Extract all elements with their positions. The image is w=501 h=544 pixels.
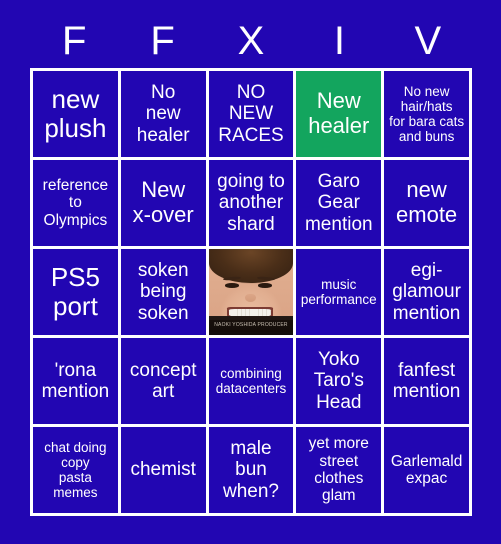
bingo-cell[interactable]: PS5 port [33, 249, 118, 335]
bingo-cell-label: New healer [308, 88, 370, 138]
bingo-cell-label: PS5 port [50, 261, 100, 321]
header-letter-3: I [333, 19, 345, 63]
bingo-cell[interactable]: male bun when? [208, 427, 294, 513]
bingo-cell[interactable]: music performance [296, 249, 382, 335]
bingo-cell-label: male bun when? [222, 438, 279, 502]
bingo-cell[interactable]: No new hair/hats for bara cats and buns [384, 71, 469, 157]
bingo-cell-label: soken being soken [137, 260, 189, 324]
bingo-cell-free-space[interactable]: NAOKI YOSHIDA PRODUCER [208, 249, 294, 335]
bingo-cell-label: New x-over [132, 177, 194, 227]
bingo-cell-label: NO NEW RACES [218, 82, 284, 146]
bingo-grid: new plush No new healer NO NEW RACES New he… [33, 71, 469, 513]
free-space-photo: NAOKI YOSHIDA PRODUCER [208, 249, 294, 335]
bingo-cell[interactable]: Yoko Taro's Head [296, 338, 382, 424]
bingo-grid-container: new plush No new healer NO NEW RACES New he… [30, 68, 472, 516]
free-space-photo-caption-text: NAOKI YOSHIDA PRODUCER [214, 321, 288, 329]
bingo-card: F F X I V new plush No new healer NO NEW R… [0, 0, 501, 544]
bingo-header: F F X I V [30, 14, 472, 68]
bingo-cell-label: 'rona mention [41, 359, 110, 402]
bingo-cell[interactable]: No new healer [120, 71, 206, 157]
bingo-cell-label: Garlemald expac [390, 452, 463, 487]
bingo-cell-label: concept art [129, 359, 197, 402]
bingo-cell-label: fanfest mention [392, 359, 461, 402]
bingo-cell-label: music performance [300, 276, 377, 307]
bingo-cell[interactable]: 'rona mention [33, 338, 118, 424]
bingo-cell[interactable]: new plush [33, 71, 118, 157]
bingo-cell[interactable]: reference to Olympics [33, 160, 118, 246]
bingo-cell[interactable]: going to another shard [208, 160, 294, 246]
bingo-cell[interactable]: egi- glamour mention [384, 249, 469, 335]
bingo-cell[interactable]: New x-over [120, 160, 206, 246]
bingo-cell-label: going to another shard [217, 171, 285, 235]
bingo-cell-label: reference to Olympics [42, 176, 109, 229]
bingo-cell-label: new plush [44, 83, 107, 143]
header-letter-4: V [414, 19, 442, 63]
bingo-cell[interactable]: chemist [120, 427, 206, 513]
header-letter-0: F [61, 19, 87, 63]
bingo-cell[interactable]: concept art [120, 338, 206, 424]
bingo-cell-label: Garo Gear mention [304, 171, 373, 235]
free-space-photo-caption: NAOKI YOSHIDA PRODUCER [208, 320, 294, 332]
bingo-cell[interactable]: combining datacenters [208, 338, 294, 424]
bingo-cell[interactable]: fanfest mention [384, 338, 469, 424]
bingo-cell[interactable]: Garo Gear mention [296, 160, 382, 246]
bingo-cell[interactable]: new emote [384, 160, 469, 246]
bingo-cell-label: egi- glamour mention [392, 260, 461, 324]
bingo-cell[interactable]: Garlemald expac [384, 427, 469, 513]
bingo-cell-label: new emote [396, 177, 458, 227]
bingo-cell-label: Yoko Taro's Head [313, 349, 364, 413]
bingo-cell[interactable]: chat doing copy pasta memes [33, 427, 118, 513]
bingo-cell-label: No new healer [136, 82, 190, 146]
bingo-cell-label: combining datacenters [215, 365, 287, 396]
bingo-cell[interactable]: NO NEW RACES [208, 71, 294, 157]
bingo-cell-label: chemist [130, 459, 196, 481]
bingo-cell-label: No new hair/hats for bara cats and buns [389, 83, 465, 145]
bingo-cell[interactable]: soken being soken [120, 249, 206, 335]
bingo-cell-label: yet more street clothes glam [308, 435, 369, 505]
bingo-cell[interactable]: yet more street clothes glam [296, 427, 382, 513]
bingo-cell-label: chat doing copy pasta memes [44, 439, 107, 501]
header-letter-2: X [237, 19, 265, 63]
bingo-cell-marked[interactable]: New healer [296, 71, 382, 157]
header-letter-1: F [150, 19, 175, 63]
